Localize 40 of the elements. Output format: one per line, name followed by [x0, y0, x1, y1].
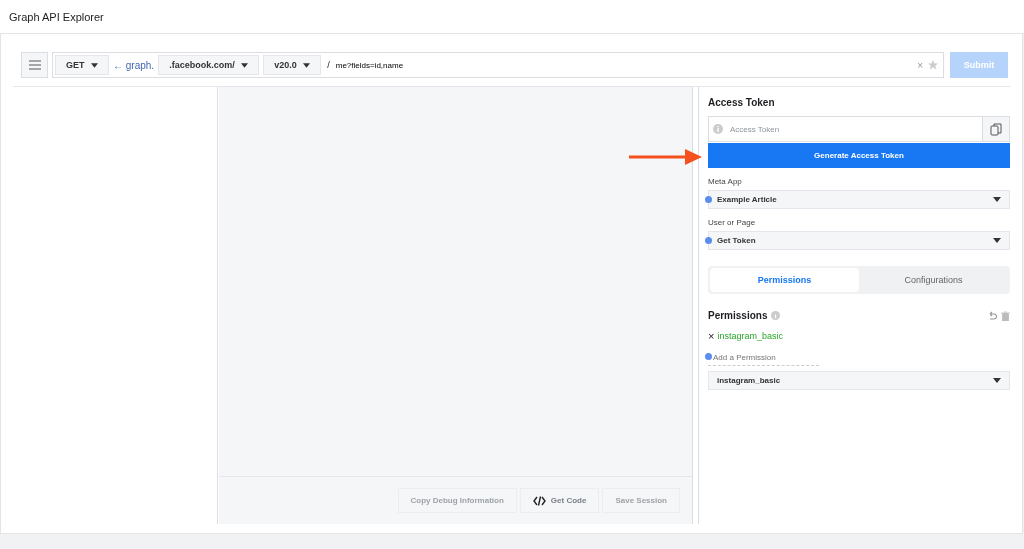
caret-icon — [303, 63, 311, 68]
caret-icon — [993, 378, 1001, 383]
section-heading: Permissions — [708, 310, 768, 321]
tab[interactable]: Configurations — [859, 268, 1008, 292]
copy-icon — [990, 122, 1002, 136]
remove-button[interactable]: × — [708, 330, 715, 342]
access-token-field[interactable]: Access Token — [708, 116, 1010, 142]
version-select[interactable]: v20.0 — [263, 55, 322, 75]
trash-icon[interactable] — [1001, 310, 1010, 321]
star-icon[interactable] — [927, 59, 939, 71]
path-separator: / — [327, 60, 330, 70]
domain-select[interactable]: .facebook.com/ — [158, 55, 260, 75]
permission-tag: instagram_basic — [717, 331, 783, 341]
arrow-icon — [629, 147, 703, 167]
status-dot — [705, 353, 712, 360]
dropdown[interactable]: Example Article — [708, 190, 1010, 209]
method-select[interactable]: GET — [55, 55, 109, 75]
info-icon — [771, 311, 781, 320]
get-code-button[interactable]: Get Code — [519, 488, 600, 513]
dropdown[interactable]: instagram_basic — [708, 371, 1010, 390]
caret-icon — [993, 197, 1001, 202]
generate-token-button[interactable]: Generate Access Token — [708, 143, 1010, 168]
caret-icon — [241, 63, 249, 68]
status-dot — [705, 237, 712, 244]
window-title: Graph API Explorer — [9, 10, 104, 23]
menu-button[interactable] — [21, 52, 48, 78]
field-label: User or Page — [708, 218, 756, 227]
field-label: Meta App — [708, 177, 742, 186]
dropdown[interactable]: Get Token — [708, 231, 1010, 250]
info-icon — [713, 124, 723, 134]
section-heading: Access Token — [708, 97, 775, 108]
graph-link[interactable]: ← graph. — [113, 59, 155, 71]
caret-icon — [91, 63, 98, 68]
copy-button[interactable] — [982, 117, 1009, 141]
status-dot — [705, 196, 712, 203]
tab[interactable]: Permissions — [710, 268, 859, 292]
code-icon — [532, 495, 546, 506]
menu-icon — [28, 60, 41, 70]
caret-icon — [993, 238, 1001, 243]
undo-icon[interactable] — [987, 310, 997, 321]
